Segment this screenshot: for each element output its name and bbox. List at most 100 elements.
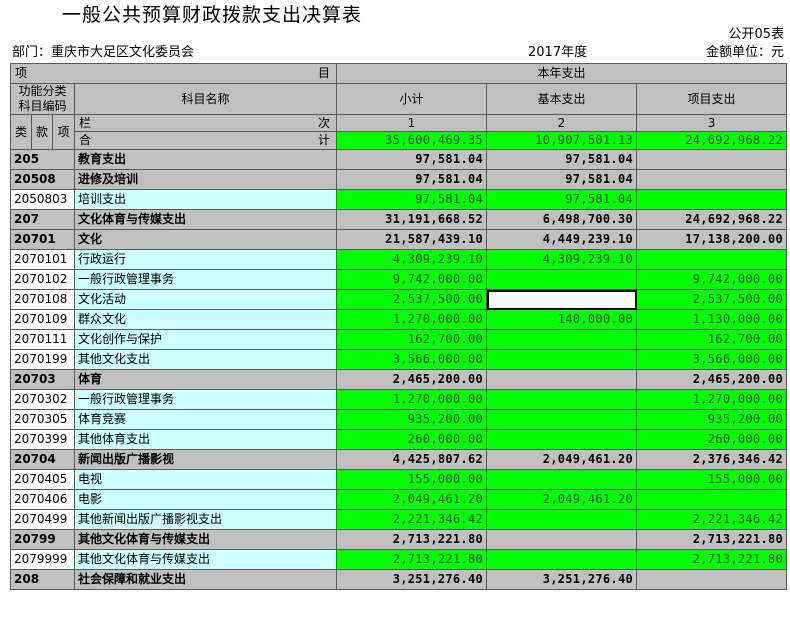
- row-name-cell[interactable]: 其他文化体育与传媒支出: [74, 529, 337, 550]
- row-code-cell[interactable]: 2079999: [10, 549, 75, 570]
- row-subtotal-cell[interactable]: 4,425,807.62: [336, 449, 487, 470]
- row-subtotal-cell[interactable]: 162,700.00: [336, 329, 487, 350]
- row-code-cell[interactable]: 2070305: [10, 409, 75, 430]
- row-code-cell[interactable]: 207: [10, 209, 75, 230]
- row-code-cell[interactable]: 2070101: [10, 249, 75, 270]
- row-name-cell[interactable]: 群众文化: [74, 309, 337, 330]
- row-project-cell[interactable]: 2,713,221.80: [635, 529, 788, 550]
- row-subtotal-cell[interactable]: 935,200.00: [336, 409, 487, 430]
- row-project-cell[interactable]: 1,270,000.00: [635, 389, 788, 410]
- lan-ci-cell[interactable]: 栏 次: [74, 114, 337, 132]
- row-project-cell[interactable]: 1,130,000.00: [635, 309, 788, 330]
- row-project-cell[interactable]: 9,742,000.00: [635, 269, 788, 290]
- current-year-header[interactable]: 本年支出: [335, 63, 788, 84]
- row-subtotal-cell[interactable]: 3,566,000.00: [336, 349, 487, 370]
- row-basic-cell[interactable]: 3,251,276.40: [486, 569, 637, 590]
- row-project-cell[interactable]: 2,537,500.00: [635, 289, 788, 310]
- col-2-label[interactable]: 2: [486, 114, 637, 132]
- row-name-cell[interactable]: 电视: [74, 469, 337, 490]
- row-subtotal-cell[interactable]: 9,742,000.00: [336, 269, 487, 290]
- row-code-cell[interactable]: 2070109: [10, 309, 75, 330]
- row-name-cell[interactable]: 培训支出: [74, 189, 337, 210]
- row-code-cell[interactable]: 2070302: [10, 389, 75, 410]
- row-name-cell[interactable]: 电影: [74, 489, 337, 510]
- subject-name-header[interactable]: 科目名称: [74, 83, 337, 115]
- row-basic-cell[interactable]: 140,000.00: [486, 309, 637, 330]
- row-name-cell[interactable]: 体育竞赛: [74, 409, 337, 430]
- row-code-cell[interactable]: 20799: [10, 529, 75, 550]
- row-subtotal-cell[interactable]: 1,270,000.00: [336, 309, 487, 330]
- row-subtotal-cell[interactable]: 155,000.00: [336, 469, 487, 490]
- row-code-cell[interactable]: 2070399: [10, 429, 75, 450]
- row-basic-cell[interactable]: 97,581.04: [486, 189, 637, 210]
- row-code-cell[interactable]: 20701: [10, 229, 75, 250]
- row-basic-cell[interactable]: [486, 389, 637, 410]
- total-project[interactable]: 24,692,968.22: [635, 131, 788, 150]
- item-header-cell[interactable]: 项 目: [10, 63, 337, 84]
- row-subtotal-cell[interactable]: 2,713,221.80: [336, 529, 487, 550]
- row-name-cell[interactable]: 文化创作与保护: [74, 329, 337, 350]
- row-basic-cell[interactable]: 2,049,461.20: [486, 489, 637, 510]
- row-code-cell[interactable]: 2070406: [10, 489, 75, 510]
- basic-header[interactable]: 基本支出: [486, 83, 637, 115]
- row-name-cell[interactable]: 体育: [74, 369, 337, 390]
- row-name-cell[interactable]: 行政运行: [74, 249, 337, 270]
- row-code-cell[interactable]: 2070499: [10, 509, 75, 530]
- row-basic-cell[interactable]: 97,581.04: [486, 149, 637, 170]
- row-subtotal-cell[interactable]: 97,581.04: [336, 189, 487, 210]
- row-project-cell[interactable]: 3,566,000.00: [635, 349, 788, 370]
- row-subtotal-cell[interactable]: 1,270,000.00: [336, 389, 487, 410]
- row-project-cell[interactable]: 2,713,221.80: [635, 549, 788, 570]
- row-basic-cell[interactable]: 97,581.04: [486, 169, 637, 190]
- row-basic-cell[interactable]: [486, 529, 637, 550]
- row-basic-cell[interactable]: [486, 349, 637, 370]
- row-subtotal-cell[interactable]: 2,713,221.80: [336, 549, 487, 570]
- row-basic-cell[interactable]: [486, 269, 637, 290]
- row-basic-cell[interactable]: 6,498,700.30: [486, 209, 637, 230]
- row-code-cell[interactable]: 2070199: [10, 349, 75, 370]
- row-subtotal-cell[interactable]: 21,587,439.10: [336, 229, 487, 250]
- row-code-cell[interactable]: 205: [10, 149, 75, 170]
- row-basic-cell[interactable]: [486, 549, 637, 570]
- col-3-label[interactable]: 3: [635, 114, 788, 132]
- row-project-cell[interactable]: [635, 569, 788, 590]
- total-subtotal[interactable]: 35,600,469.35: [336, 131, 487, 150]
- row-basic-cell[interactable]: [486, 429, 637, 450]
- row-project-cell[interactable]: 2,221,346.42: [635, 509, 788, 530]
- row-project-cell[interactable]: [635, 169, 788, 190]
- row-name-cell[interactable]: 其他新闻出版广播影视支出: [74, 509, 337, 530]
- row-name-cell[interactable]: 一般行政管理事务: [74, 389, 337, 410]
- row-basic-cell[interactable]: 4,449,239.10: [486, 229, 637, 250]
- row-basic-cell[interactable]: [486, 329, 637, 350]
- row-code-cell[interactable]: 20508: [10, 169, 75, 190]
- row-project-cell[interactable]: [635, 189, 788, 210]
- row-code-cell[interactable]: 20703: [10, 369, 75, 390]
- row-basic-cell[interactable]: [486, 469, 637, 490]
- row-name-cell[interactable]: 其他体育支出: [74, 429, 337, 450]
- row-subtotal-cell[interactable]: 97,581.04: [336, 169, 487, 190]
- lei-header[interactable]: 类: [10, 114, 32, 150]
- row-name-cell[interactable]: 文化活动: [74, 289, 337, 310]
- row-name-cell[interactable]: 进修及培训: [74, 169, 337, 190]
- row-subtotal-cell[interactable]: 260,000.00: [336, 429, 487, 450]
- row-name-cell[interactable]: 文化体育与传媒支出: [74, 209, 337, 230]
- row-code-cell[interactable]: 2050803: [10, 189, 75, 210]
- row-project-cell[interactable]: [635, 249, 788, 270]
- row-code-cell[interactable]: 2070108: [10, 289, 75, 310]
- row-name-cell[interactable]: 教育支出: [74, 149, 337, 170]
- row-name-cell[interactable]: 社会保障和就业支出: [74, 569, 337, 590]
- row-project-cell[interactable]: [635, 149, 788, 170]
- subtotal-header[interactable]: 小计: [336, 83, 487, 115]
- row-basic-cell[interactable]: [486, 409, 637, 430]
- row-subtotal-cell[interactable]: 3,251,276.40: [336, 569, 487, 590]
- row-basic-cell[interactable]: 4,309,239.10: [486, 249, 637, 270]
- row-code-cell[interactable]: 2070405: [10, 469, 75, 490]
- row-code-cell[interactable]: 2070102: [10, 269, 75, 290]
- row-name-cell[interactable]: 文化: [74, 229, 337, 250]
- row-basic-cell[interactable]: 2,049,461.20: [486, 449, 637, 470]
- row-name-cell[interactable]: 其他文化支出: [74, 349, 337, 370]
- row-basic-cell[interactable]: [486, 289, 637, 310]
- row-subtotal-cell[interactable]: 2,049,461.20: [336, 489, 487, 510]
- he-ji-cell[interactable]: 合 计: [74, 131, 337, 150]
- row-subtotal-cell[interactable]: 31,191,668.52: [336, 209, 487, 230]
